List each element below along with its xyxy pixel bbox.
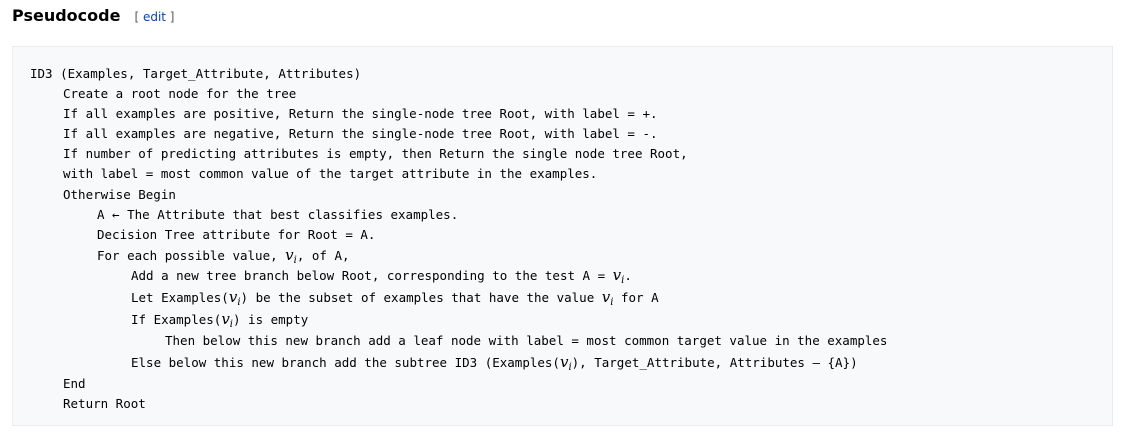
code-text: Else below this new branch add the subtr…	[131, 355, 560, 371]
code-text: ) be the subset of examples that have th…	[240, 289, 602, 305]
math-var-base: v	[285, 245, 294, 264]
math-variable: vi	[612, 265, 625, 286]
code-line-end: End	[63, 375, 86, 391]
code-text: ) is empty	[233, 311, 309, 327]
math-var-base: v	[612, 265, 622, 284]
code-text: For each possible value,	[97, 247, 286, 263]
math-var-base: v	[221, 309, 230, 328]
code-line-return-root: Return Root	[63, 396, 146, 412]
code-line-otherwise-begin: Otherwise Begin	[63, 186, 176, 202]
code-text: Let Examples(	[131, 289, 229, 305]
section-heading: Pseudocode [ edit ]	[12, 6, 174, 25]
math-variable: vi	[221, 309, 233, 330]
code-text: , of A,	[296, 247, 350, 263]
math-variable: vi	[229, 288, 241, 308]
edit-section: [ edit ]	[134, 10, 174, 24]
code-line-for-each-value: For each possible value, vi, of A,	[30, 245, 1112, 266]
code-line-all-negative: If all examples are negative, Return the…	[63, 126, 658, 142]
edit-bracket-open: [	[134, 10, 143, 24]
code-text: .	[624, 267, 632, 283]
code-text: for A	[613, 289, 659, 305]
pseudocode-block: ID3 (Examples, Target_Attribute, Attribu…	[12, 46, 1113, 426]
code-line-create-root: Create a root node for the tree	[63, 86, 297, 102]
code-text: Add a new tree branch below Root, corres…	[131, 267, 613, 283]
math-variable: vi	[285, 245, 297, 266]
section-title: Pseudocode	[12, 6, 121, 25]
code-line-best-attribute: A ← The Attribute that best classifies e…	[97, 206, 459, 222]
math-variable: vi	[560, 353, 572, 373]
code-line-add-leaf: Then below this new branch add a leaf no…	[165, 333, 888, 349]
code-line-most-common-label: with label = most common value of the ta…	[63, 166, 598, 182]
code-line-signature: ID3 (Examples, Target_Attribute, Attribu…	[30, 66, 362, 81]
math-var-base: v	[601, 287, 611, 306]
code-line-if-empty: If Examples(vi) is empty	[30, 309, 1112, 331]
code-line-empty-attributes: If number of predicting attributes is em…	[63, 146, 688, 162]
code-text: If Examples(	[131, 311, 222, 327]
code-line-all-positive: If all examples are positive, Return the…	[63, 106, 658, 122]
code-text: ), Target_Attribute, Attributes – {A})	[571, 355, 858, 371]
math-variable: vi	[601, 287, 614, 308]
code-line-else-subtree: Else below this new branch add the subtr…	[30, 352, 1112, 374]
code-line-decision-attribute: Decision Tree attribute for Root = A.	[97, 226, 376, 242]
edit-link[interactable]: edit	[143, 10, 166, 24]
edit-bracket-close: ]	[165, 10, 175, 24]
code-line-add-branch: Add a new tree branch below Root, corres…	[30, 265, 1112, 287]
code-line-let-examples: Let Examples(vi) be the subset of exampl…	[30, 287, 1112, 309]
